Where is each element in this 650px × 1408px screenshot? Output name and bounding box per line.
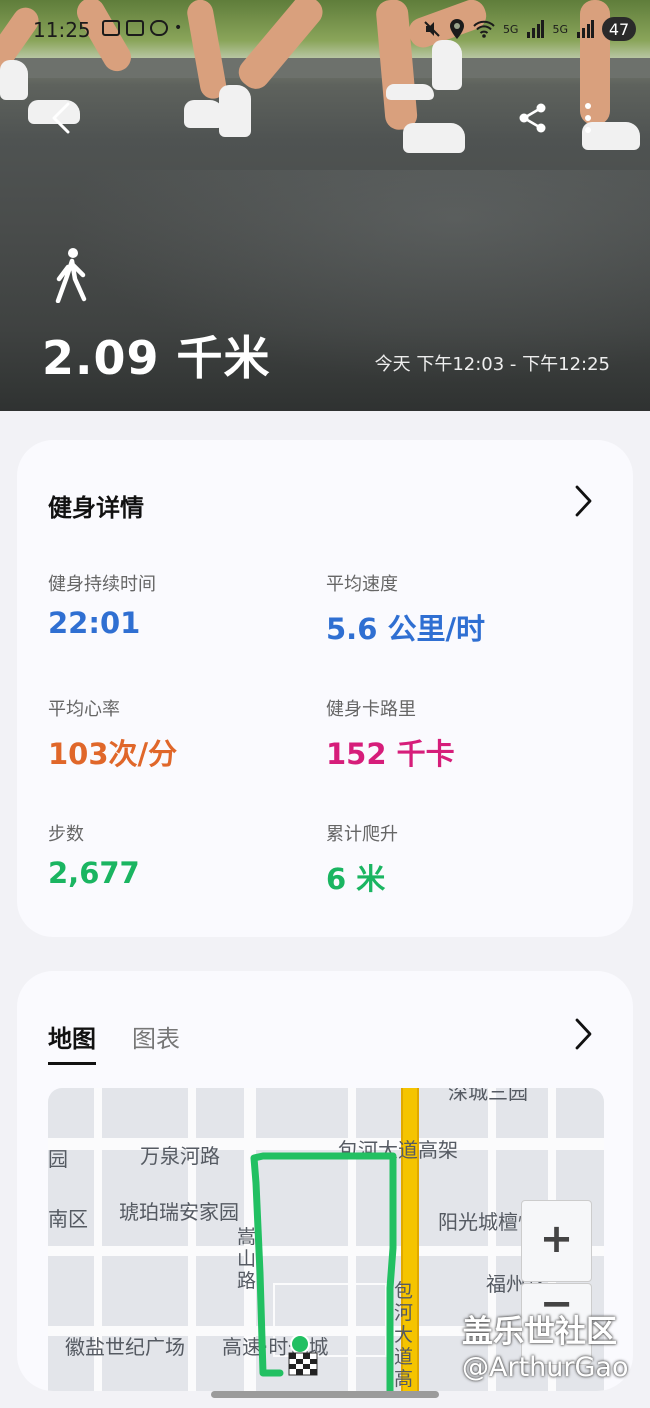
- network-label: 5G: [502, 22, 519, 36]
- signal-icon: [527, 20, 545, 38]
- battery-level: 47: [608, 19, 630, 39]
- details-title: 健身详情: [48, 494, 144, 522]
- watermark-user: @ArthurGao: [462, 1352, 629, 1383]
- workout-time-range: 今天 下午12:03 - 下午12:25: [374, 354, 610, 375]
- metric-avg-speed: 平均速度 5.6 公里/时: [326, 570, 485, 648]
- tab-chart[interactable]: 图表: [132, 1019, 180, 1065]
- runner-shoe: [386, 84, 434, 100]
- route-finish-flag-icon: [288, 1352, 318, 1376]
- workout-details-card: 健身详情 健身持续时间 22:01 平均速度 5.6 公里/时 平均心率 103…: [17, 440, 633, 937]
- status-bar: 11:25 • 5G 5G 47: [0, 10, 650, 50]
- metric-value: 2,677: [48, 856, 140, 890]
- chevron-right-icon[interactable]: [571, 1017, 595, 1051]
- tab-map[interactable]: 地图: [48, 1019, 96, 1065]
- more-options-icon[interactable]: [578, 101, 598, 135]
- metric-label: 步数: [48, 824, 84, 845]
- distance-value: 2.09 千米: [42, 331, 271, 385]
- route-start-marker: [290, 1334, 310, 1354]
- battery-indicator: 47: [602, 17, 636, 41]
- mute-icon: [424, 21, 440, 37]
- metric-steps: 步数 2,677: [48, 820, 140, 890]
- home-indicator[interactable]: [211, 1391, 439, 1398]
- runner-shoe: [184, 100, 224, 128]
- metric-label: 平均速度: [326, 574, 398, 595]
- metric-value: 5.6 公里/时: [326, 612, 486, 646]
- metric-value: 103次/分: [48, 737, 178, 771]
- map-chart-tabs: 地图 图表: [48, 1019, 180, 1065]
- metric-label: 健身持续时间: [48, 574, 156, 595]
- metric-avg-heart-rate: 平均心率 103次/分: [48, 695, 177, 773]
- runner-shoe: [0, 60, 28, 100]
- location-icon: [449, 19, 464, 39]
- wifi-icon: [473, 20, 495, 38]
- runner-shoe: [403, 123, 465, 153]
- hero-banner: 11:25 • 5G 5G 47 2.09 千米 今天 下午12:03 - 下午…: [0, 0, 650, 411]
- metric-value: 152 千卡: [326, 737, 455, 771]
- status-time: 11:25: [33, 18, 91, 42]
- plus-icon: +: [539, 1216, 574, 1262]
- share-icon[interactable]: [516, 101, 550, 135]
- watermark-community: 盖乐世社区: [462, 1314, 617, 1350]
- walking-icon: [55, 248, 87, 303]
- signal-icon: [577, 20, 594, 38]
- status-message-icon: [150, 20, 168, 36]
- status-app-icon: [102, 20, 120, 36]
- back-icon[interactable]: [44, 100, 80, 136]
- metric-label: 累计爬升: [326, 824, 398, 845]
- metric-value: 6 米: [326, 862, 386, 896]
- runner-shoe: [219, 85, 251, 137]
- metric-label: 平均心率: [48, 699, 120, 720]
- metric-calories: 健身卡路里 152 千卡: [326, 695, 455, 773]
- zoom-in-button[interactable]: +: [521, 1200, 592, 1282]
- metric-value: 22:01: [48, 606, 141, 640]
- metric-elevation-gain: 累计爬升 6 米: [326, 820, 398, 898]
- hero-curb: [0, 58, 650, 78]
- metric-duration: 健身持续时间 22:01: [48, 570, 156, 640]
- chevron-right-icon[interactable]: [571, 484, 595, 518]
- network-label: 5G: [552, 22, 568, 36]
- status-dot-icon: •: [174, 20, 183, 36]
- metric-label: 健身卡路里: [326, 699, 416, 720]
- status-image-icon: [126, 20, 144, 36]
